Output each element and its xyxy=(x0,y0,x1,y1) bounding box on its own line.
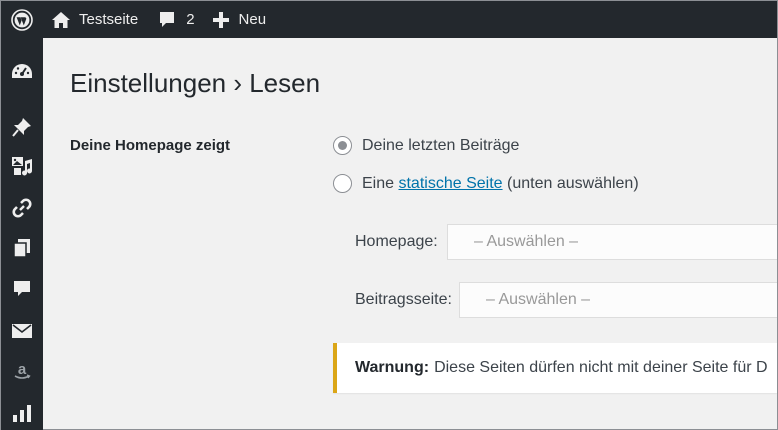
homepage-display-label: Deine Homepage zeigt xyxy=(70,137,231,154)
mail-icon[interactable] xyxy=(1,314,43,348)
radio-latest-posts[interactable]: Deine letzten Beiträge xyxy=(333,136,519,155)
radio-static-page[interactable]: Eine statische Seite (unten auswählen) xyxy=(333,174,639,193)
site-name-link[interactable]: Testseite xyxy=(43,1,148,38)
posts-page-select[interactable]: – Auswählen – xyxy=(459,282,777,318)
media-icon[interactable] xyxy=(1,149,43,183)
new-content-button[interactable]: Neu xyxy=(205,1,267,38)
posts-page-select-value: – Auswählen – xyxy=(486,291,591,308)
admin-sidebar: a xyxy=(1,38,43,430)
warning-notice: Warnung: Diese Seiten dürfen nicht mit d… xyxy=(333,343,777,393)
amazon-icon[interactable]: a xyxy=(1,354,43,388)
warning-text: Diese Seiten dürfen nicht mit deiner Sei… xyxy=(434,359,768,376)
home-icon xyxy=(52,11,70,28)
plus-icon xyxy=(212,11,229,28)
site-name: Testseite xyxy=(79,11,139,28)
comment-count: 2 xyxy=(186,11,195,28)
comments-link[interactable]: 2 xyxy=(148,1,204,38)
dashboard-icon[interactable] xyxy=(1,55,43,89)
posts-page-select-label: Beitragsseite: xyxy=(355,291,452,308)
comments-icon[interactable] xyxy=(1,272,43,306)
radio-button-unchecked[interactable] xyxy=(333,174,352,193)
pin-icon[interactable] xyxy=(1,110,43,144)
main-content: Einstellungen › Lesen Deine Homepage zei… xyxy=(43,38,777,429)
static-page-link[interactable]: statische Seite xyxy=(398,175,502,193)
radio-button-checked[interactable] xyxy=(333,136,352,155)
svg-text:a: a xyxy=(18,361,27,378)
radio-static-prefix: Eine xyxy=(362,174,395,192)
page-title: Einstellungen › Lesen xyxy=(70,68,321,98)
pages-icon[interactable] xyxy=(1,231,43,265)
homepage-select-value: – Auswählen – xyxy=(474,233,579,250)
stats-icon[interactable] xyxy=(1,396,43,430)
wordpress-logo-icon[interactable] xyxy=(1,1,43,38)
radio-latest-posts-label: Deine letzten Beiträge xyxy=(362,136,520,154)
new-label: Neu xyxy=(238,11,267,28)
admin-bar: Testseite 2 Neu xyxy=(1,1,777,38)
homepage-select[interactable]: – Auswählen – xyxy=(447,224,777,260)
radio-static-suffix: (unten auswählen) xyxy=(507,174,639,192)
warning-title: Warnung: xyxy=(355,359,430,376)
comment-icon xyxy=(160,11,175,27)
link-icon[interactable] xyxy=(1,191,43,225)
homepage-select-label: Homepage: xyxy=(355,233,438,250)
